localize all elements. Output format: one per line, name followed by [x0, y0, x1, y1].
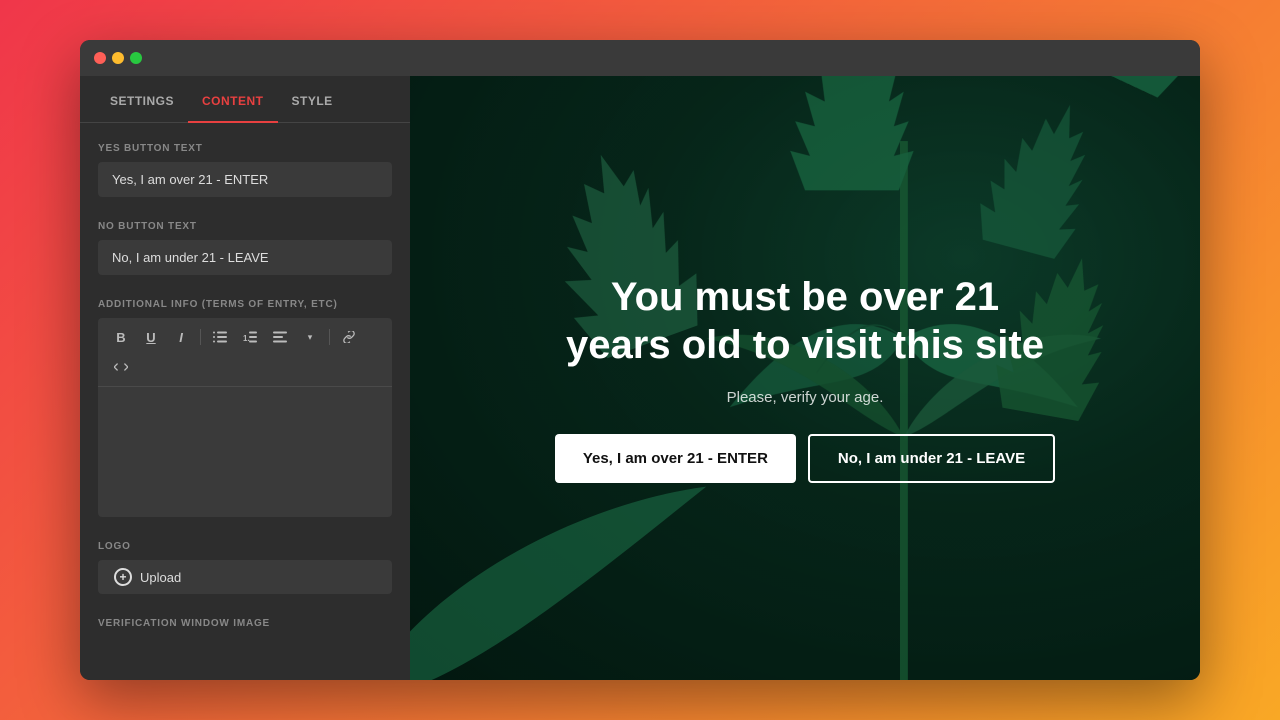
- browser-content: SETTINGS CONTENT STYLE YES BUTTON TEXT N…: [80, 76, 1200, 680]
- left-panel: SETTINGS CONTENT STYLE YES BUTTON TEXT N…: [80, 76, 410, 680]
- traffic-light-green[interactable]: [130, 52, 142, 64]
- verification-window-image-group: VERIFICATION WINDOW IMAGE: [98, 618, 392, 629]
- preview-buttons: Yes, I am over 21 - ENTER No, I am under…: [555, 434, 1055, 483]
- toolbar-separator-1: [200, 329, 201, 345]
- code-button[interactable]: [108, 354, 134, 380]
- yes-button-input[interactable]: [98, 162, 392, 197]
- upload-icon: +: [114, 568, 132, 586]
- no-button-input[interactable]: [98, 240, 392, 275]
- no-button-field-group: NO BUTTON TEXT: [98, 221, 392, 275]
- preview-overlay: You must be over 21 years old to visit t…: [410, 76, 1200, 680]
- traffic-light-red[interactable]: [94, 52, 106, 64]
- additional-info-label: ADDITIONAL INFO (TERMS OF ENTRY, ETC): [98, 299, 392, 310]
- tabs-bar: SETTINGS CONTENT STYLE: [80, 76, 410, 123]
- browser-window: SETTINGS CONTENT STYLE YES BUTTON TEXT N…: [80, 40, 1200, 680]
- align-button[interactable]: [267, 324, 293, 350]
- additional-info-editor-body[interactable]: [98, 387, 392, 517]
- italic-button[interactable]: I: [168, 324, 194, 350]
- align-dropdown-button[interactable]: ▾: [297, 324, 323, 350]
- yes-button-field-group: YES BUTTON TEXT: [98, 143, 392, 197]
- panel-body: YES BUTTON TEXT NO BUTTON TEXT ADDITIONA…: [80, 123, 410, 649]
- svg-text:1.: 1.: [243, 334, 250, 343]
- logo-label: LOGO: [98, 541, 392, 552]
- rich-text-editor: B U I: [98, 318, 392, 517]
- yes-button-label: YES BUTTON TEXT: [98, 143, 392, 154]
- preview-yes-button[interactable]: Yes, I am over 21 - ENTER: [555, 434, 796, 483]
- bullet-list-button[interactable]: [207, 324, 233, 350]
- verification-window-image-label: VERIFICATION WINDOW IMAGE: [98, 618, 392, 629]
- additional-info-field-group: ADDITIONAL INFO (TERMS OF ENTRY, ETC) B …: [98, 299, 392, 517]
- upload-button-label: Upload: [140, 570, 181, 585]
- upload-button[interactable]: + Upload: [98, 560, 392, 594]
- preview-no-button[interactable]: No, I am under 21 - LEAVE: [808, 434, 1055, 483]
- tab-settings[interactable]: SETTINGS: [96, 76, 188, 122]
- no-button-label: NO BUTTON TEXT: [98, 221, 392, 232]
- tab-style[interactable]: STYLE: [278, 76, 347, 122]
- link-button[interactable]: [336, 324, 362, 350]
- browser-titlebar: [80, 40, 1200, 76]
- preview-subtitle: Please, verify your age.: [727, 389, 884, 406]
- traffic-light-yellow[interactable]: [112, 52, 124, 64]
- tab-content[interactable]: CONTENT: [188, 76, 278, 122]
- bold-button[interactable]: B: [108, 324, 134, 350]
- traffic-lights: [94, 52, 142, 64]
- toolbar-separator-2: [329, 329, 330, 345]
- preview-panel: You must be over 21 years old to visit t…: [410, 76, 1200, 680]
- logo-field-group: LOGO + Upload: [98, 541, 392, 594]
- underline-button[interactable]: U: [138, 324, 164, 350]
- preview-title: You must be over 21 years old to visit t…: [555, 273, 1055, 369]
- editor-toolbar: B U I: [98, 318, 392, 387]
- ordered-list-button[interactable]: 1.: [237, 324, 263, 350]
